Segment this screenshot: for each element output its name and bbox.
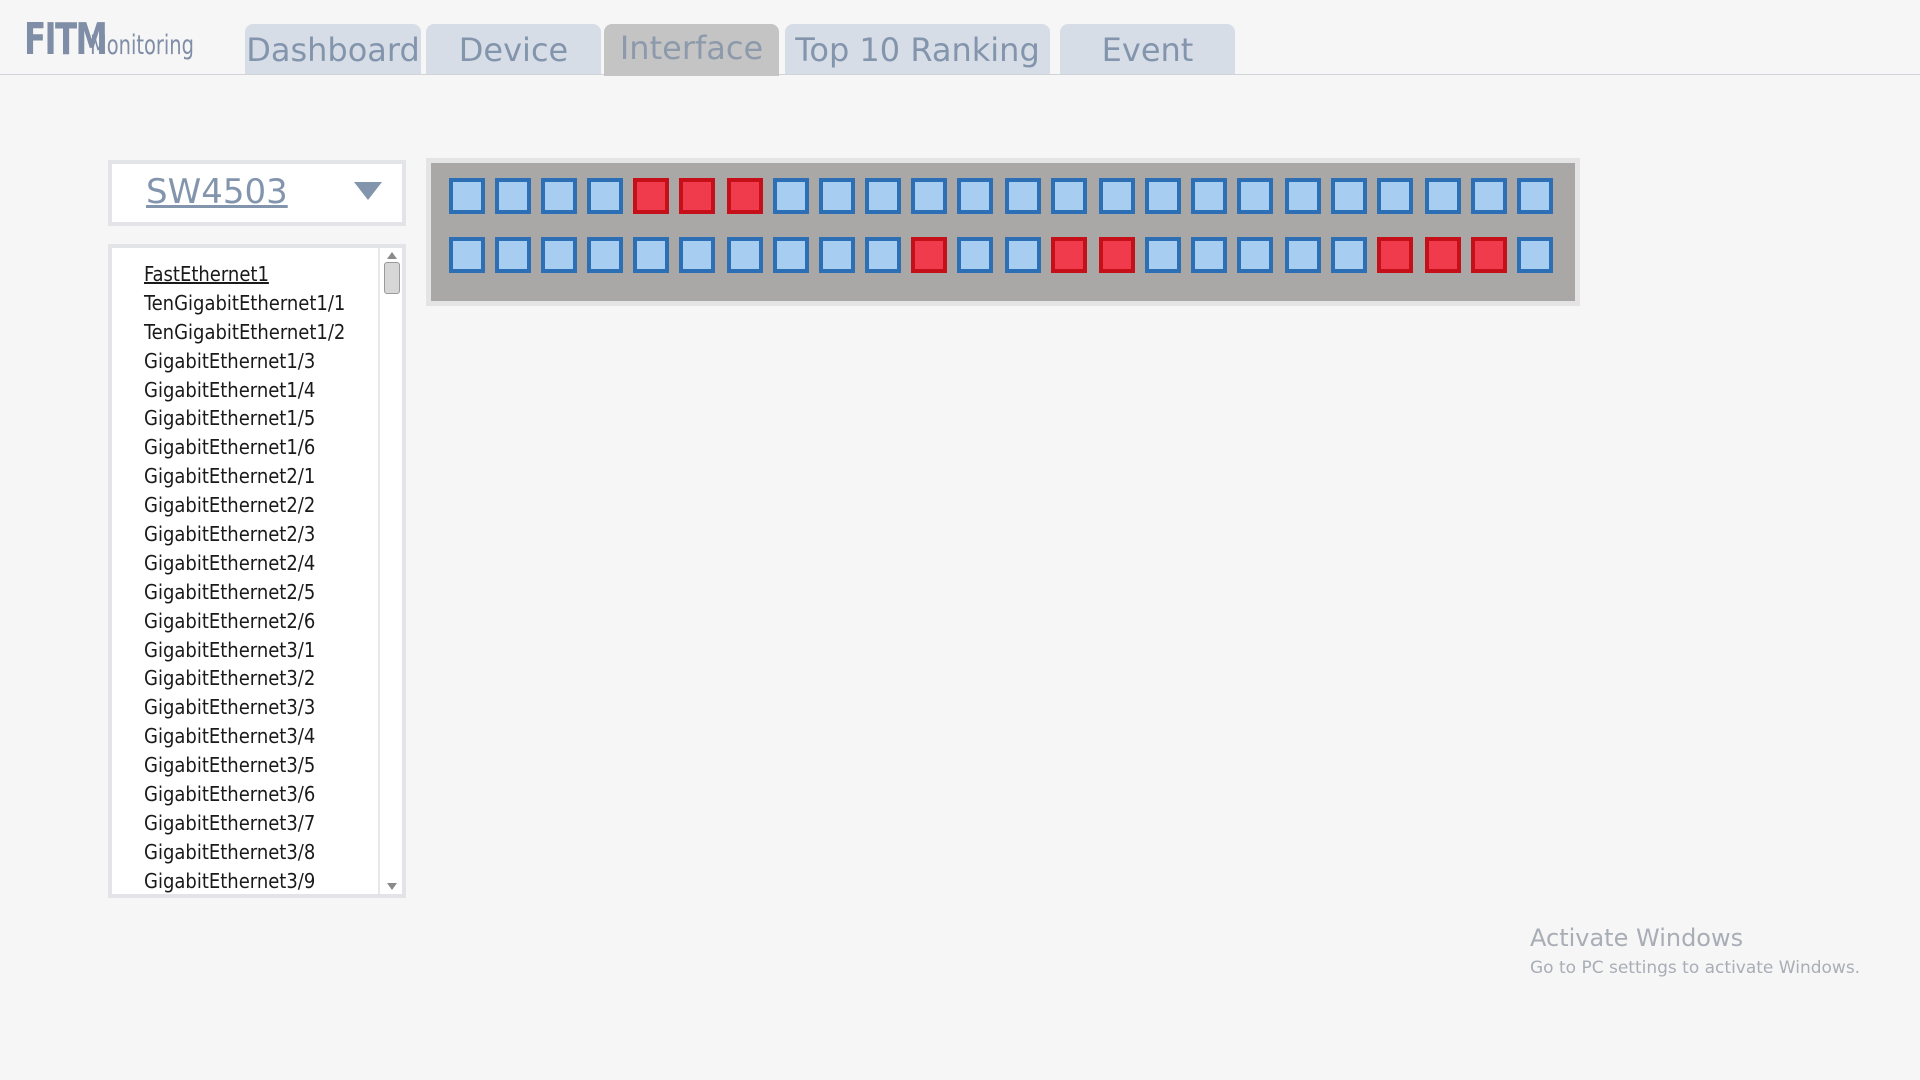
port-row1-24-up[interactable]	[1517, 178, 1553, 214]
port-row1-12-up[interactable]	[957, 178, 993, 214]
tab-device[interactable]: Device	[426, 24, 601, 74]
interface-list-item[interactable]: GigabitEthernet3/3	[144, 693, 345, 722]
port-row2-17-up[interactable]	[1191, 237, 1227, 273]
interface-list-item[interactable]: GigabitEthernet3/6	[144, 780, 345, 809]
interface-list-scrollbar[interactable]	[378, 248, 402, 894]
port-row1-14-up[interactable]	[1051, 178, 1087, 214]
port-row2-9-up[interactable]	[819, 237, 855, 273]
interface-list-item[interactable]: GigabitEthernet1/3	[144, 347, 345, 376]
interface-list-item[interactable]: GigabitEthernet1/4	[144, 376, 345, 405]
port-row2-18-up[interactable]	[1237, 237, 1273, 273]
port-row1-6-down[interactable]	[679, 178, 715, 214]
port-row2-2-up[interactable]	[495, 237, 531, 273]
logo-main-text: FITM	[24, 14, 108, 65]
port-row2-21-down[interactable]	[1377, 237, 1413, 273]
device-dropdown-value: SW4503	[146, 172, 288, 212]
windows-activation-watermark: Activate Windows Go to PC settings to ac…	[1530, 924, 1860, 978]
port-row2-5-up[interactable]	[633, 237, 669, 273]
interface-list-item[interactable]: GigabitEthernet3/2	[144, 664, 345, 693]
port-row1-21-up[interactable]	[1377, 178, 1413, 214]
port-row2-12-up[interactable]	[957, 237, 993, 273]
port-row1-15-up[interactable]	[1099, 178, 1135, 214]
interface-list-item[interactable]: GigabitEthernet3/8	[144, 838, 345, 867]
port-row1-18-up[interactable]	[1237, 178, 1273, 214]
port-row2-14-down[interactable]	[1051, 237, 1087, 273]
interface-list-item[interactable]: GigabitEthernet2/2	[144, 491, 345, 520]
port-row2-22-down[interactable]	[1425, 237, 1461, 273]
port-row1-4-up[interactable]	[587, 178, 623, 214]
tab-dashboard[interactable]: Dashboard	[245, 24, 421, 74]
interface-list-item[interactable]: TenGigabitEthernet1/1	[144, 289, 345, 318]
port-row1-11-up[interactable]	[911, 178, 947, 214]
interface-list-item[interactable]: GigabitEthernet1/5	[144, 404, 345, 433]
port-row1-19-up[interactable]	[1285, 178, 1321, 214]
port-row2-4-up[interactable]	[587, 237, 623, 273]
watermark-title: Activate Windows	[1530, 924, 1744, 952]
port-row1-3-up[interactable]	[541, 178, 577, 214]
port-row2-8-up[interactable]	[773, 237, 809, 273]
port-row2-10-up[interactable]	[865, 237, 901, 273]
interface-list-item[interactable]: GigabitEthernet3/5	[144, 751, 345, 780]
port-row1-10-up[interactable]	[865, 178, 901, 214]
port-row1-8-up[interactable]	[773, 178, 809, 214]
top-navigation-bar: FITM Monitoring Dashboard Device Interfa…	[0, 0, 1920, 76]
tab-interface[interactable]: Interface	[604, 24, 779, 76]
port-row1-17-up[interactable]	[1191, 178, 1227, 214]
port-row1-23-up[interactable]	[1471, 178, 1507, 214]
interface-list-item[interactable]: GigabitEthernet2/6	[144, 607, 345, 636]
interface-list-item[interactable]: FastEthernet1	[144, 260, 345, 289]
port-row2-6-up[interactable]	[679, 237, 715, 273]
port-row2-7-up[interactable]	[727, 237, 763, 273]
port-row1-5-down[interactable]	[633, 178, 669, 214]
port-row1-2-up[interactable]	[495, 178, 531, 214]
switch-port-panel	[426, 158, 1580, 306]
device-dropdown[interactable]: SW4503	[108, 160, 406, 226]
watermark-subtitle: Go to PC settings to activate Windows.	[1530, 958, 1861, 978]
port-row2-23-down[interactable]	[1471, 237, 1507, 273]
interface-list-item[interactable]: GigabitEthernet2/1	[144, 462, 345, 491]
port-row1-16-up[interactable]	[1145, 178, 1181, 214]
interface-list-item[interactable]: GigabitEthernet3/7	[144, 809, 345, 838]
app-logo: FITM Monitoring	[24, 14, 234, 65]
interface-list-item[interactable]: TenGigabitEthernet1/2	[144, 318, 345, 347]
port-row2-13-up[interactable]	[1005, 237, 1041, 273]
interface-list-item[interactable]: GigabitEthernet2/3	[144, 520, 345, 549]
port-row2-15-down[interactable]	[1099, 237, 1135, 273]
port-row2-11-down[interactable]	[911, 237, 947, 273]
port-row2-20-up[interactable]	[1331, 237, 1367, 273]
scroll-down-arrow-icon[interactable]	[387, 883, 397, 890]
port-row1-20-up[interactable]	[1331, 178, 1367, 214]
interface-list-item[interactable]: GigabitEthernet3/4	[144, 722, 345, 751]
interface-list-item[interactable]: GigabitEthernet2/5	[144, 578, 345, 607]
port-row1-9-up[interactable]	[819, 178, 855, 214]
port-row2-16-up[interactable]	[1145, 237, 1181, 273]
logo-sub-text: Monitoring	[90, 30, 194, 61]
port-row1-1-up[interactable]	[449, 178, 485, 214]
scroll-thumb[interactable]	[384, 262, 400, 294]
port-row1-22-up[interactable]	[1425, 178, 1461, 214]
scroll-up-arrow-icon[interactable]	[387, 252, 397, 259]
port-row2-19-up[interactable]	[1285, 237, 1321, 273]
interface-list-items: FastEthernet1 TenGigabitEthernet1/1 TenGig…	[144, 260, 345, 894]
port-row2-3-up[interactable]	[541, 237, 577, 273]
chevron-down-icon[interactable]	[354, 182, 382, 200]
port-row2-24-up[interactable]	[1517, 237, 1553, 273]
interface-list-item[interactable]: GigabitEthernet3/9	[144, 867, 345, 894]
tab-event[interactable]: Event	[1060, 24, 1235, 74]
interface-list-item[interactable]: GigabitEthernet1/6	[144, 433, 345, 462]
port-row1-7-down[interactable]	[727, 178, 763, 214]
port-row1-13-up[interactable]	[1005, 178, 1041, 214]
interface-list-item[interactable]: GigabitEthernet2/4	[144, 549, 345, 578]
tab-top-10-ranking[interactable]: Top 10 Ranking	[785, 24, 1050, 74]
port-row2-1-up[interactable]	[449, 237, 485, 273]
interface-list[interactable]: FastEthernet1 TenGigabitEthernet1/1 TenGig…	[108, 244, 406, 898]
interface-list-item[interactable]: GigabitEthernet3/1	[144, 636, 345, 665]
